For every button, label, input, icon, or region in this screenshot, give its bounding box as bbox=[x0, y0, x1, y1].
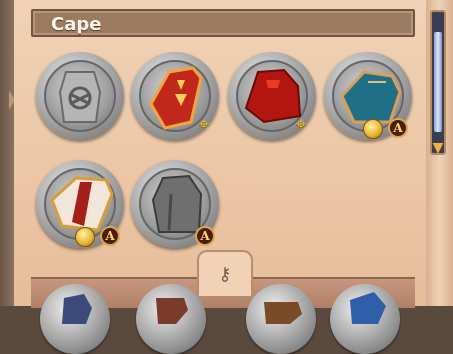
lock-tab[interactable]: ⚷ bbox=[197, 250, 253, 296]
cape-item-teal[interactable]: A bbox=[324, 52, 412, 140]
cape-item-red-white[interactable]: A bbox=[36, 160, 124, 248]
bottom-item-icon bbox=[264, 302, 302, 324]
left-rail bbox=[0, 0, 15, 306]
bottom-item-icon bbox=[350, 292, 386, 324]
bottom-item-icon bbox=[62, 294, 92, 324]
category-header: Cape bbox=[31, 9, 415, 37]
crossbow-icon: ⌖ bbox=[198, 114, 210, 135]
scroll-down-button[interactable]: ▼ bbox=[430, 140, 446, 156]
rank-a-icon: A bbox=[388, 118, 408, 138]
rank-a-icon: A bbox=[195, 226, 215, 246]
gold-coin-icon bbox=[75, 227, 95, 247]
bottom-item-icon bbox=[156, 298, 188, 324]
keyhole-icon: ⚷ bbox=[218, 264, 232, 285]
scrollbar-track[interactable] bbox=[430, 10, 446, 155]
gold-coin-icon bbox=[363, 119, 383, 139]
bottom-item-2[interactable] bbox=[136, 284, 206, 354]
bottom-item-1[interactable] bbox=[40, 284, 110, 354]
bottom-item-3[interactable] bbox=[246, 284, 316, 354]
grey-cape-icon bbox=[58, 71, 102, 123]
bottom-item-4[interactable] bbox=[330, 284, 400, 354]
cape-item-grey[interactable] bbox=[36, 52, 124, 140]
cape-item-orange-emblem[interactable]: ⌖ bbox=[131, 52, 219, 140]
cape-item-dark-grey[interactable]: A bbox=[131, 160, 219, 248]
scrollbar-thumb[interactable] bbox=[434, 32, 442, 132]
category-title: Cape bbox=[51, 14, 102, 35]
cape-item-red[interactable]: ⌖ bbox=[228, 52, 316, 140]
rank-a-icon: A bbox=[100, 226, 120, 246]
crossbow-icon: ⌖ bbox=[295, 114, 307, 135]
